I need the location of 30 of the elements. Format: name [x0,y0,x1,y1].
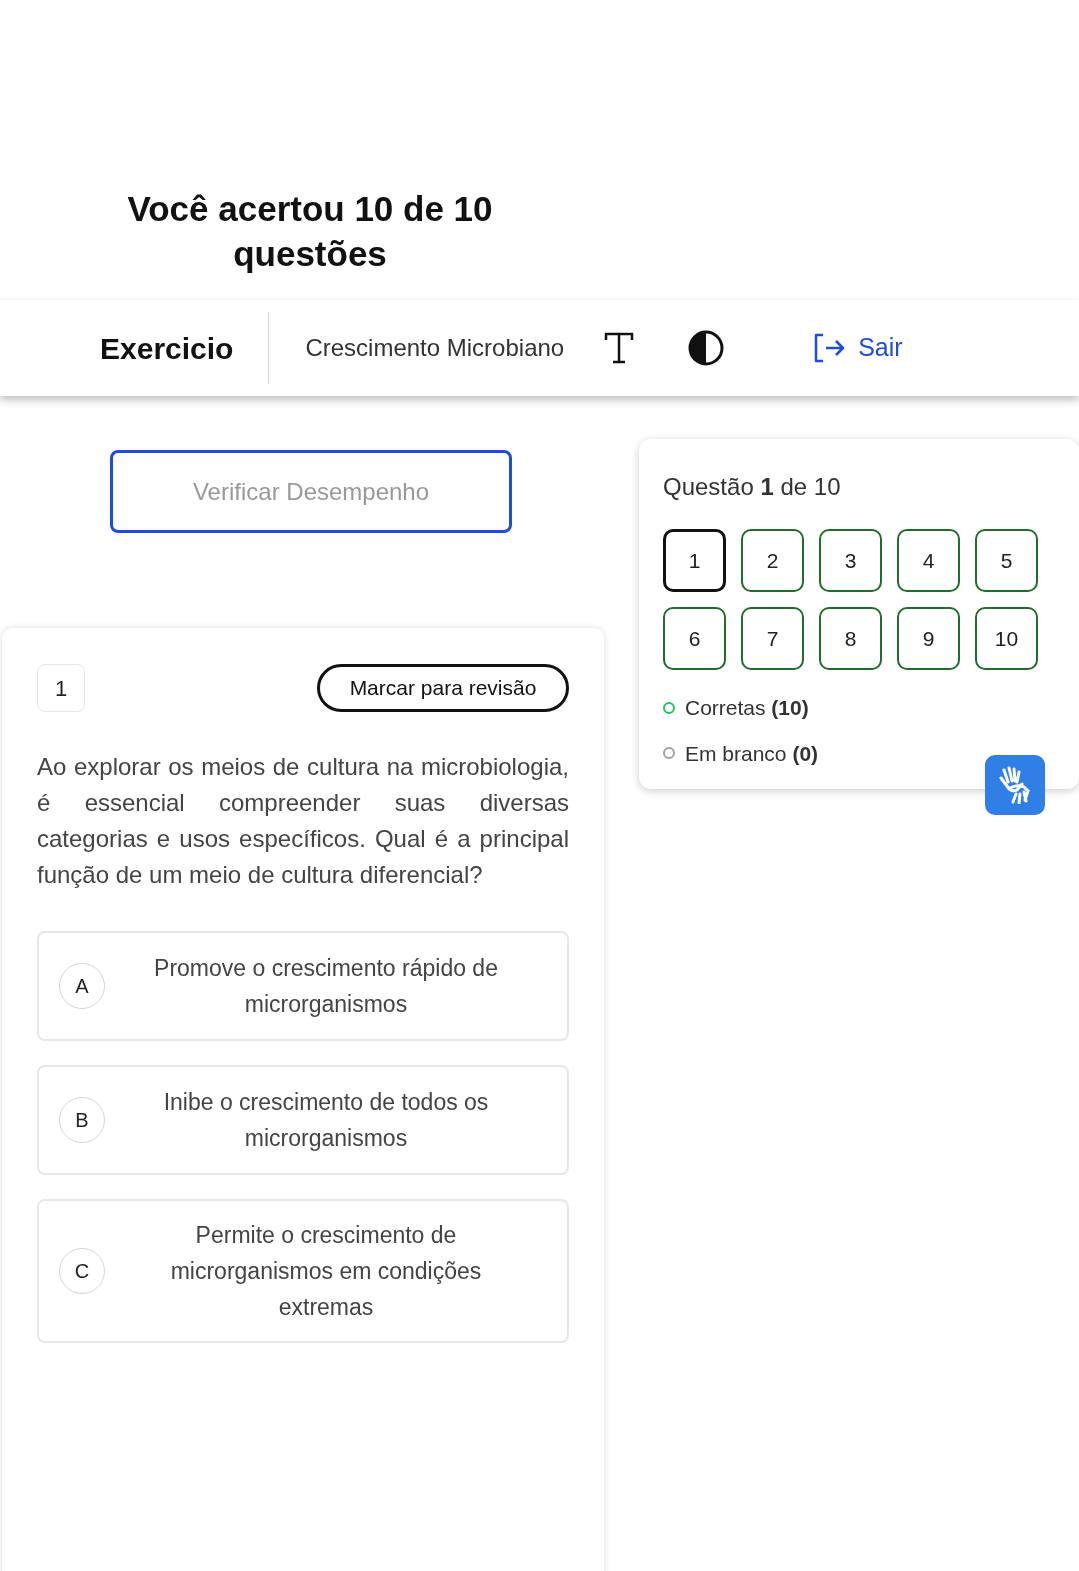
question-counter: Questão 1 de 10 [663,472,842,502]
question-text: Ao explorar os meios de cultura na microbiologia, é essencial compreender suas diversas categorias e usos específicos. Qual é a principal função de um meio de cultura diferencial? [37,752,569,890]
logout-icon [812,332,847,364]
question-number: 1 [37,664,85,712]
question-button[interactable]: 3 [819,529,882,592]
legend-label: Em branco (0) [685,740,819,767]
question-button[interactable]: 4 [897,529,960,592]
result-title: Você acertou 10 de 10 questões [126,188,494,275]
question-button[interactable]: 10 [975,607,1038,670]
option-text: Permite o crescimento de microrganismos em condições extremas [169,1221,483,1322]
header-title: Exercicio [100,330,234,367]
subject-name: Crescimento Microbiano [305,333,565,363]
answer-option[interactable]: A Promove o crescimento rápido de microrganismos [37,931,569,1041]
option-text: Inibe o crescimento de todos os microrganismos [162,1088,490,1153]
exit-button[interactable]: Sair [812,329,903,367]
review-button[interactable]: Marcar para revisão [317,664,569,712]
question-button[interactable]: 9 [897,607,960,670]
answer-option[interactable]: C Permite o crescimento de microrganismos em condições extremas [37,1199,569,1343]
option-text: Promove o crescimento rápido de microrganismos [153,954,499,1019]
question-button[interactable]: 8 [819,607,882,670]
contrast-icon[interactable] [688,330,725,366]
legend-label: Corretas (10) [685,695,809,721]
question-button[interactable]: 7 [741,607,804,670]
question-button[interactable]: 2 [741,529,804,592]
font-size-icon[interactable] [604,332,635,364]
sign-language-button[interactable] [985,755,1045,815]
question-button[interactable]: 6 [663,607,726,670]
question-button[interactable]: 5 [975,529,1038,592]
answer-option[interactable]: B Inibe o crescimento de todos os microrganismos [37,1065,569,1175]
question-button[interactable]: 1 [663,529,726,592]
